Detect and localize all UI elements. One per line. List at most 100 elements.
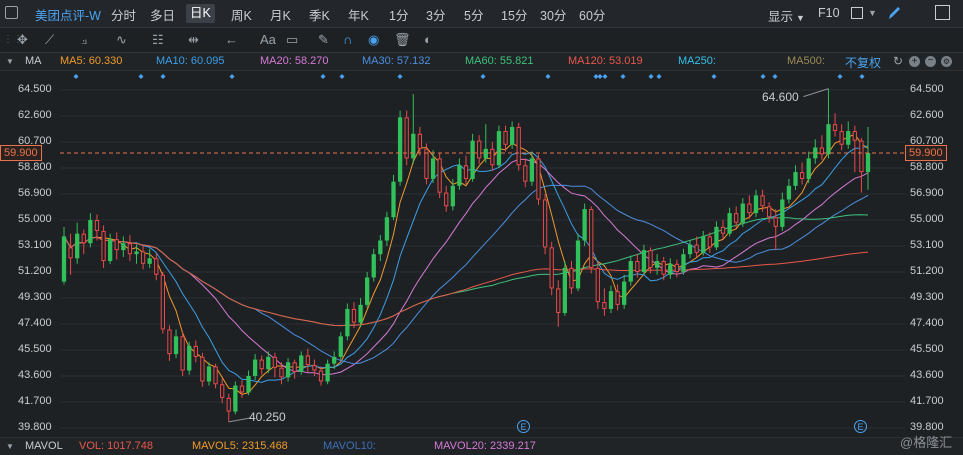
candle <box>470 133 475 182</box>
candle-body <box>213 366 218 385</box>
display-dropdown[interactable]: 显示 ▼ <box>768 6 805 25</box>
candle <box>793 165 798 190</box>
event-dot-icon <box>859 74 865 79</box>
candle-body <box>608 291 614 309</box>
candle <box>75 222 80 264</box>
event-dot-icon <box>711 74 717 79</box>
chevron-down-icon: ▼ <box>796 13 805 23</box>
candle-body <box>266 356 271 370</box>
f10-button[interactable]: F10 <box>818 6 840 20</box>
stock-name[interactable]: 美团点评-W <box>35 5 101 24</box>
event-marker-icon[interactable]: E <box>517 420 530 433</box>
magnet-icon[interactable]: ∩ <box>343 32 352 47</box>
tab-duori[interactable]: 多日 <box>150 5 175 24</box>
candle-body <box>305 355 310 366</box>
expand-icon[interactable] <box>935 5 950 20</box>
candle-body <box>727 213 732 234</box>
adjust-mode-button[interactable]: 不复权 <box>845 54 881 71</box>
candle-body <box>714 226 719 248</box>
candle-body <box>516 126 521 166</box>
wave-tool-icon[interactable]: ∿ <box>116 32 127 48</box>
candle-body <box>61 236 67 282</box>
square-checkbox-icon[interactable] <box>851 7 863 19</box>
eraser-icon[interactable]: ✎ <box>318 32 329 48</box>
zoom-in-icon[interactable]: + <box>909 56 920 67</box>
candle-body <box>312 365 317 371</box>
top-markers <box>73 74 865 79</box>
mavol5-label: MAVOL5: 2315.468 <box>192 440 288 452</box>
candle-body <box>852 131 857 141</box>
menu-icon[interactable] <box>5 6 18 19</box>
candle-body <box>496 131 502 166</box>
candle <box>483 124 488 163</box>
tab-1min[interactable]: 1分 <box>389 5 408 24</box>
settings-icon[interactable]: ⚙ <box>941 56 952 67</box>
candle-body <box>740 203 745 223</box>
tab-5min[interactable]: 5分 <box>464 5 483 24</box>
candle-body <box>635 261 640 272</box>
candle-body <box>200 356 205 382</box>
move-cross-icon[interactable]: ✥ <box>17 32 28 48</box>
toggle-icon[interactable]: ◐ <box>424 32 432 47</box>
candle-body <box>107 239 113 262</box>
candle <box>285 358 291 382</box>
candle <box>839 124 844 151</box>
tab-daily-k[interactable]: 日K <box>186 4 215 23</box>
candle-body <box>806 158 811 179</box>
candle <box>615 284 620 311</box>
candle <box>154 252 159 281</box>
line-tool-icon[interactable]: ⟋ <box>45 32 54 48</box>
candle <box>582 203 587 246</box>
ma20-label: MA20: 58.270 <box>260 55 329 67</box>
tab-3min[interactable]: 3分 <box>426 5 445 24</box>
candle-body <box>707 236 712 248</box>
candle-body <box>615 291 620 305</box>
collapse-icon[interactable]: ▼ <box>6 57 14 66</box>
zoom-out-icon[interactable]: − <box>925 56 936 67</box>
tab-30min[interactable]: 30分 <box>540 5 566 24</box>
fib-tool-icon[interactable]: ☷ <box>152 32 164 48</box>
channel-tool-icon[interactable]: ⟓ <box>81 32 87 48</box>
candle-body <box>562 267 567 314</box>
tab-fenshi[interactable]: 分时 <box>111 5 136 24</box>
candle <box>496 125 502 168</box>
tab-yearly-k[interactable]: 年K <box>348 5 369 24</box>
tab-15min[interactable]: 15分 <box>501 5 527 24</box>
candle <box>94 214 100 241</box>
candle-body <box>681 254 686 272</box>
eye-icon[interactable]: ◉ <box>368 32 379 48</box>
candles <box>61 88 871 422</box>
candle-body <box>687 244 693 255</box>
tab-60min[interactable]: 60分 <box>579 5 605 24</box>
event-marker-icon[interactable]: E <box>854 420 867 433</box>
candle-body <box>206 366 212 382</box>
chevron-down-icon[interactable]: ▼ <box>868 8 877 18</box>
tab-monthly-k[interactable]: 月K <box>270 5 291 24</box>
range-tool-icon[interactable]: ⇹ <box>188 32 199 48</box>
candle-body <box>846 131 851 145</box>
candle <box>595 262 600 309</box>
candlestick-chart[interactable] <box>0 71 963 437</box>
candle-body <box>187 345 192 371</box>
tab-quarterly-k[interactable]: 季K <box>309 5 330 24</box>
trash-icon[interactable]: 🗑 <box>394 32 411 48</box>
event-dot-icon <box>772 74 778 79</box>
collapse-icon[interactable]: ▼ <box>6 442 14 451</box>
candle <box>865 126 871 190</box>
text-tool-icon[interactable]: Aa <box>260 32 276 47</box>
candle <box>707 232 712 253</box>
refresh-icon[interactable]: ↻ <box>893 54 903 68</box>
pen-icon[interactable] <box>886 4 902 25</box>
arrow-left-icon[interactable]: ← <box>225 32 238 47</box>
candle <box>200 352 205 387</box>
candle-body <box>661 261 666 275</box>
comment-icon[interactable]: ▭ <box>286 32 298 48</box>
candle <box>167 325 172 361</box>
candle-body <box>773 217 778 227</box>
candle <box>226 393 231 422</box>
candle <box>622 274 627 309</box>
candle <box>602 288 607 316</box>
candle-body <box>542 199 548 248</box>
candle <box>397 110 403 186</box>
tab-weekly-k[interactable]: 周K <box>231 5 252 24</box>
